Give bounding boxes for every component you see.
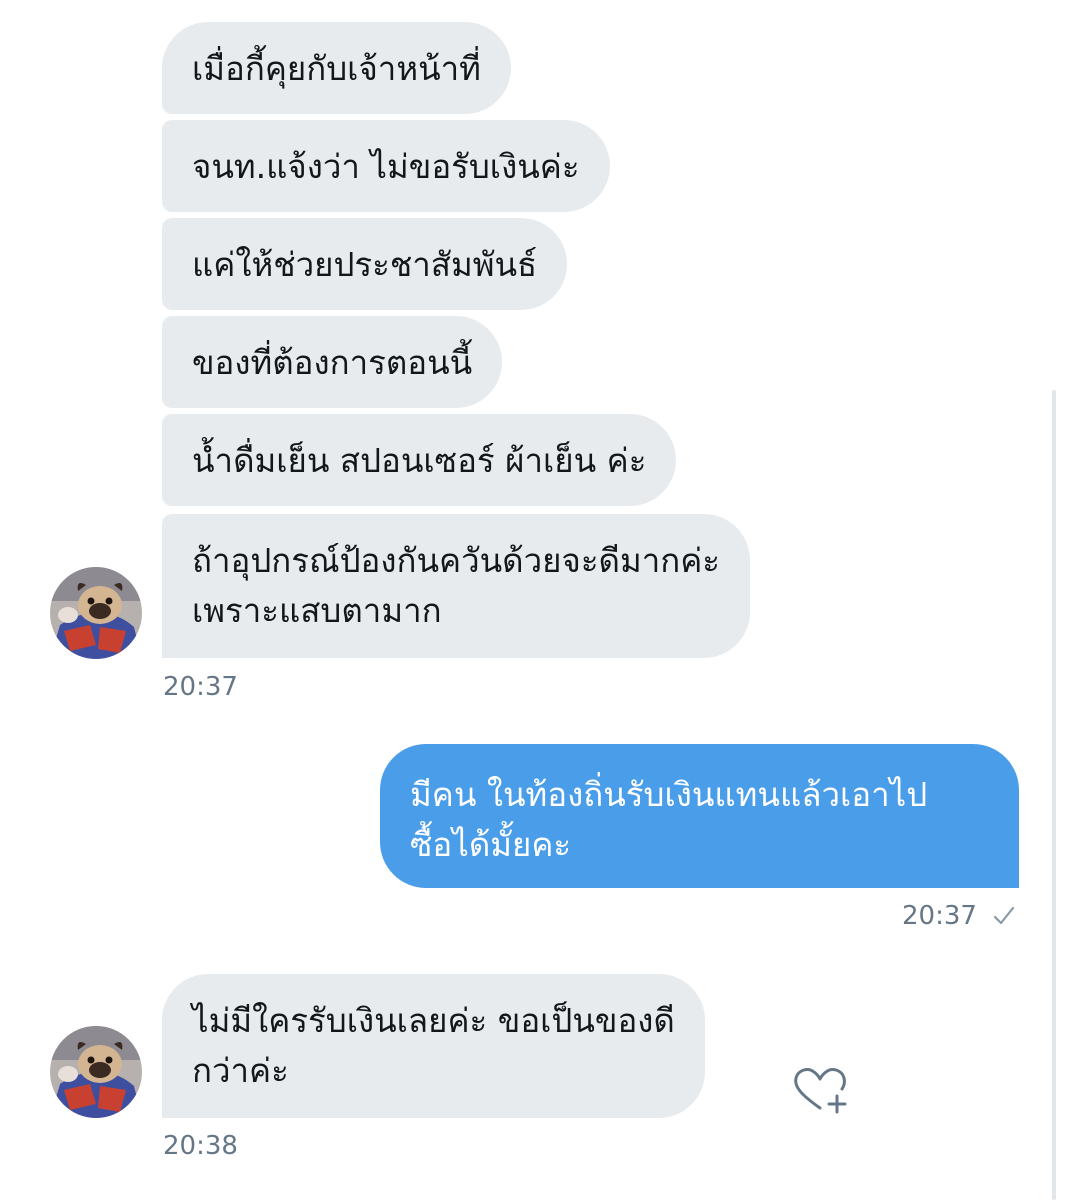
pug-avatar-icon [50, 1026, 142, 1118]
scrollbar[interactable] [1052, 390, 1056, 1200]
message-bubble[interactable]: เมื่อกี้คุยกับเจ้าหน้าที่ [162, 22, 511, 114]
avatar[interactable] [50, 1026, 142, 1118]
message-text: แค่ให้ช่วยประชาสัมพันธ์ [192, 245, 538, 284]
message-text-line: เพราะแสบตามาก [192, 591, 442, 630]
timestamp: 20:38 [163, 1131, 238, 1161]
message-bubble[interactable]: ถ้าอุปกรณ์ป้องกันควันด้วยจะดีมากค่ะ เพรา… [162, 514, 751, 658]
message-text: น้ำดื่มเย็น สปอนเซอร์ ผ้าเย็น ค่ะ [192, 441, 647, 480]
conversation-view: เมื่อกี้คุยกับเจ้าหน้าที่ จนท.แจ้งว่า ไม… [0, 0, 1069, 1200]
message-bubble[interactable]: แค่ให้ช่วยประชาสัมพันธ์ [162, 218, 568, 310]
message-text: จนท.แจ้งว่า ไม่ขอรับเงินค่ะ [192, 147, 580, 186]
message-bubble[interactable]: ไม่มีใครรับเงินเลยค่ะ ขอเป็นของดี กว่าค่… [162, 974, 705, 1118]
message-text-line: กว่าค่ะ [192, 1051, 289, 1090]
message-bubble[interactable]: ของที่ต้องการตอนนี้ [162, 316, 503, 408]
timestamp: 20:37 [163, 672, 238, 702]
avatar[interactable] [50, 567, 142, 659]
message-text: เมื่อกี้คุยกับเจ้าหน้าที่ [192, 49, 481, 88]
message-text-line: มีคน ในท้องถิ่นรับเงินแทนแล้วเอาไป [410, 775, 928, 814]
heart-plus-icon[interactable] [790, 1062, 850, 1118]
message-text-line: ถ้าอุปกรณ์ป้องกันควันด้วยจะดีมากค่ะ [192, 541, 721, 580]
pug-avatar-icon [50, 567, 142, 659]
timestamp: 20:37 [902, 901, 977, 931]
message-bubble[interactable]: จนท.แจ้งว่า ไม่ขอรับเงินค่ะ [162, 120, 610, 212]
message-text-line: ไม่มีใครรับเงินเลยค่ะ ขอเป็นของดี [192, 1001, 675, 1040]
check-icon [993, 906, 1015, 925]
message-text-line: ซื้อได้มั้ยคะ [410, 825, 572, 864]
message-bubble[interactable]: น้ำดื่มเย็น สปอนเซอร์ ผ้าเย็น ค่ะ [162, 414, 677, 506]
message-bubble-sent[interactable]: มีคน ในท้องถิ่นรับเงินแทนแล้วเอาไป ซื้อไ… [380, 744, 1019, 888]
message-text: ของที่ต้องการตอนนี้ [192, 343, 473, 382]
